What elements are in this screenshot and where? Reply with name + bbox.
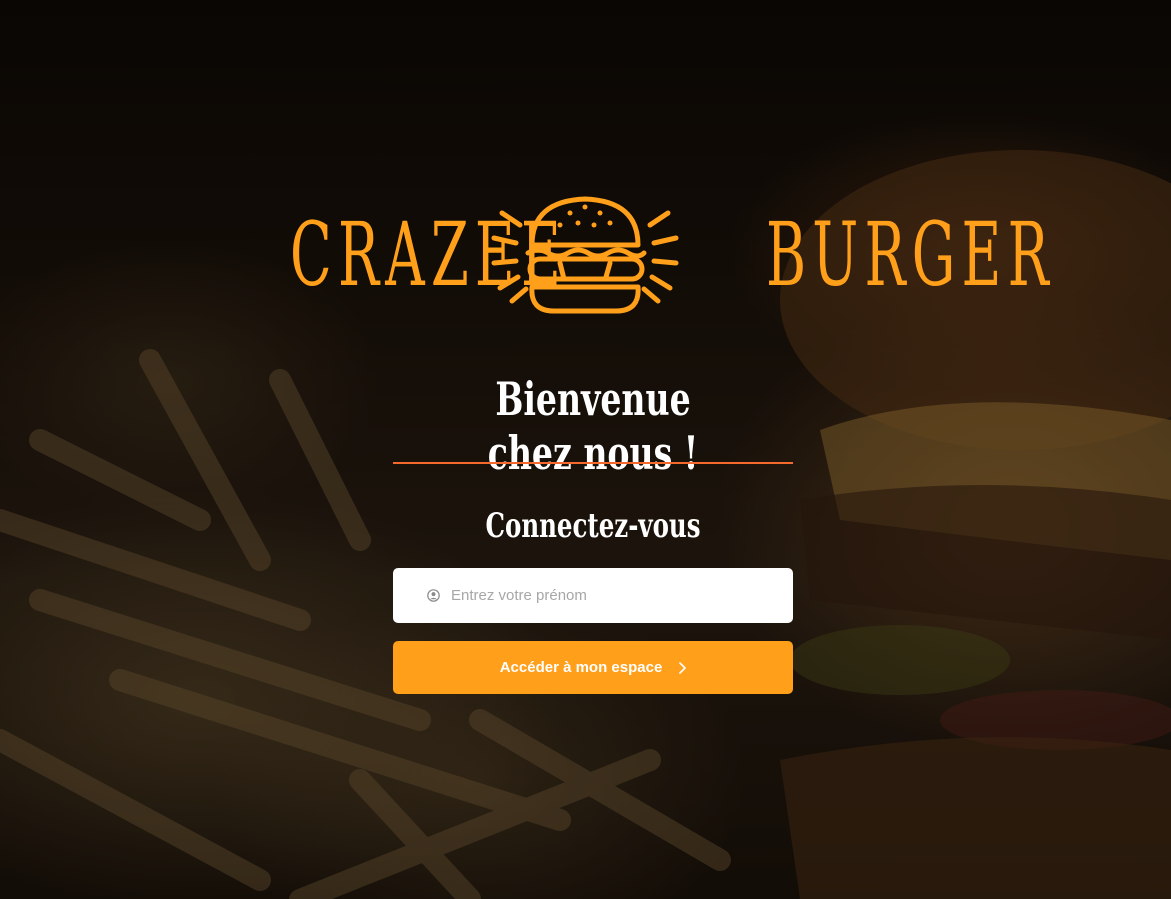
brand-name-right: BURGER — [766, 211, 1049, 299]
access-space-label: Accéder à mon espace — [499, 659, 663, 676]
access-space-button[interactable]: Accéder à mon espace — [393, 641, 793, 694]
user-circle-icon — [427, 589, 440, 602]
chevron-right-icon — [679, 661, 687, 674]
brand-logo: CRAZEE — [290, 190, 1049, 320]
title-divider — [393, 462, 793, 464]
login-subtitle: Connectez-vous — [485, 506, 701, 546]
firstname-field[interactable] — [393, 568, 793, 623]
brand-name-left: CRAZEE — [290, 203, 567, 306]
firstname-input[interactable] — [451, 587, 751, 604]
